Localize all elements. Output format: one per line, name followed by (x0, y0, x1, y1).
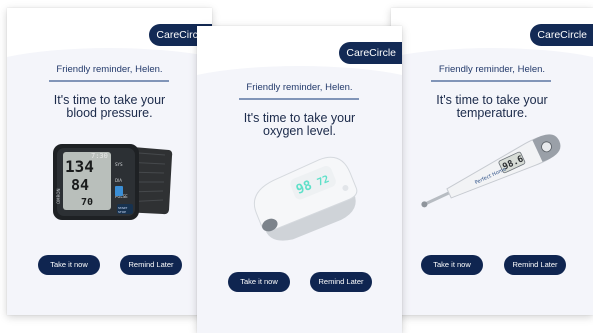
reminder-prompt: It's time to take your oxygen level. (243, 111, 356, 138)
blood-pressure-monitor-icon: 134 84 70 7:30 SYS DIA PULSE START STOP … (51, 142, 173, 222)
svg-text:DIA: DIA (115, 178, 122, 183)
svg-text:STOP: STOP (118, 210, 126, 214)
greeting-text: Friendly reminder, Helen. (56, 64, 163, 75)
divider (49, 80, 169, 82)
take-it-now-button[interactable]: Take it now (228, 272, 290, 292)
remind-later-button[interactable]: Remind Later (310, 272, 372, 292)
pulse-oximeter-icon: 98 72 (249, 154, 361, 246)
pulse-value: 70 (81, 197, 93, 208)
reminder-card-temperature: CareCircle Friendly reminder, Helen. It'… (391, 8, 593, 315)
greeting-text: Friendly reminder, Helen. (246, 82, 353, 93)
time-value: 7:30 (91, 152, 108, 160)
greeting-text: Friendly reminder, Helen. (438, 64, 546, 75)
reminder-card-oxygen: CareCircle Friendly reminder, Helen. It'… (197, 26, 402, 333)
divider (239, 98, 359, 100)
carecircle-logo: CareCircle (530, 24, 593, 46)
diastolic-value: 84 (71, 176, 89, 194)
remind-later-button[interactable]: Remind Later (120, 255, 182, 275)
systolic-value: 134 (65, 157, 94, 176)
take-it-now-button[interactable]: Take it now (421, 255, 483, 275)
carecircle-logo: CareCircle (339, 42, 402, 64)
reminder-prompt: It's time to take your blood pressure. (53, 93, 166, 120)
take-it-now-button[interactable]: Take it now (38, 255, 100, 275)
reminder-card-blood-pressure: CareCircle Friendly reminder, Helen. It'… (7, 8, 212, 315)
reminder-prompt: It's time to take your temperature. (436, 93, 548, 120)
screen: CareCircle Friendly reminder, Helen. It'… (0, 0, 593, 333)
remind-later-button[interactable]: Remind Later (504, 255, 566, 275)
divider (431, 80, 551, 82)
svg-text:OMRON: OMRON (56, 188, 61, 204)
digital-thermometer-icon: 98.6 Perfect Home (415, 134, 570, 214)
svg-text:SYS: SYS (115, 162, 123, 167)
